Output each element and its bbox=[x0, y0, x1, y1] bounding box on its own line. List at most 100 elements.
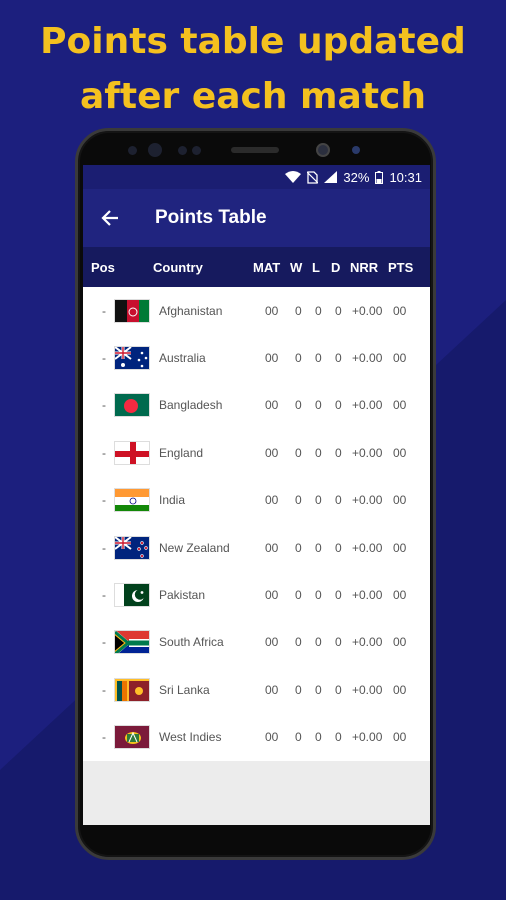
row-pts: 00 bbox=[393, 540, 407, 555]
row-country: New Zealand bbox=[159, 540, 230, 555]
row-pos: - bbox=[102, 635, 106, 650]
clock: 10:31 bbox=[389, 169, 422, 185]
sri-lanka-flag-icon bbox=[114, 677, 150, 702]
empty-footer bbox=[83, 761, 430, 825]
row-w: 0 bbox=[295, 588, 302, 603]
row-mat: 00 bbox=[265, 303, 279, 318]
row-w: 0 bbox=[295, 682, 302, 697]
row-country: England bbox=[159, 445, 204, 460]
row-pts: 00 bbox=[393, 398, 407, 413]
row-mat: 00 bbox=[265, 445, 279, 460]
row-pos: - bbox=[102, 682, 106, 697]
phone-speaker bbox=[231, 147, 279, 153]
new-zealand-flag-icon bbox=[114, 535, 150, 560]
england-flag-icon bbox=[114, 440, 150, 465]
page-title: Points Table bbox=[155, 207, 267, 228]
row-l: 0 bbox=[315, 588, 322, 603]
row-mat: 00 bbox=[265, 540, 279, 555]
row-w: 0 bbox=[295, 493, 302, 508]
row-pts: 00 bbox=[393, 303, 407, 318]
row-d: 0 bbox=[335, 351, 342, 366]
row-nrr: +0.00 bbox=[352, 493, 383, 508]
row-l: 0 bbox=[315, 540, 322, 555]
row-pts: 00 bbox=[393, 493, 407, 508]
sensor-icon bbox=[192, 146, 201, 155]
row-w: 0 bbox=[295, 730, 302, 745]
row-pos: - bbox=[102, 303, 106, 318]
india-flag-icon bbox=[114, 488, 150, 513]
row-pts: 00 bbox=[393, 682, 407, 697]
headline-line-1: Points table updated bbox=[40, 21, 466, 62]
sensor-icon bbox=[128, 146, 137, 155]
table-row[interactable]: - South Africa 00 0 0 0 +0.00 00 bbox=[83, 619, 430, 666]
table-row[interactable]: - Afghanistan 00 0 0 0 +0.00 00 bbox=[83, 287, 430, 334]
status-bar: 32% 10:31 bbox=[83, 165, 430, 189]
app-bar: Points Table bbox=[83, 189, 430, 247]
west-indies-flag-icon bbox=[114, 725, 150, 750]
table-row[interactable]: - New Zealand 00 0 0 0 +0.00 00 bbox=[83, 524, 430, 571]
rear-camera-icon bbox=[316, 143, 330, 157]
row-pts: 00 bbox=[393, 445, 407, 460]
row-pos: - bbox=[102, 351, 106, 366]
row-d: 0 bbox=[335, 682, 342, 697]
back-button[interactable] bbox=[83, 189, 137, 247]
row-d: 0 bbox=[335, 445, 342, 460]
afghanistan-flag-icon bbox=[114, 298, 150, 323]
row-pos: - bbox=[102, 540, 106, 555]
signal-icon bbox=[324, 171, 338, 183]
row-w: 0 bbox=[295, 398, 302, 413]
col-pts: PTS bbox=[388, 259, 414, 275]
table-row[interactable]: - West Indies 00 0 0 0 +0.00 00 bbox=[83, 714, 430, 761]
row-pts: 00 bbox=[393, 351, 407, 366]
col-d: D bbox=[331, 259, 341, 275]
row-l: 0 bbox=[315, 730, 322, 745]
front-camera-icon bbox=[148, 143, 162, 157]
indicator-light-icon bbox=[352, 146, 360, 154]
table-row[interactable]: - Australia 00 0 0 0 +0.00 00 bbox=[83, 334, 430, 381]
row-l: 0 bbox=[315, 398, 322, 413]
row-nrr: +0.00 bbox=[352, 635, 383, 650]
row-nrr: +0.00 bbox=[352, 730, 383, 745]
row-country: South Africa bbox=[159, 635, 224, 650]
row-pts: 00 bbox=[393, 588, 407, 603]
col-w: W bbox=[290, 259, 303, 275]
col-country: Country bbox=[153, 259, 203, 275]
row-l: 0 bbox=[315, 445, 322, 460]
table-row[interactable]: - Pakistan 00 0 0 0 +0.00 00 bbox=[83, 571, 430, 618]
row-pos: - bbox=[102, 730, 106, 745]
row-mat: 00 bbox=[265, 493, 279, 508]
row-d: 0 bbox=[335, 635, 342, 650]
row-country: West Indies bbox=[159, 730, 222, 745]
row-pos: - bbox=[102, 588, 106, 603]
battery-icon bbox=[375, 170, 384, 184]
points-table: - Afghanistan 00 0 0 0 +0.00 00- Australia 00 0 0 0 +… bbox=[83, 287, 430, 761]
bangladesh-flag-icon bbox=[114, 393, 150, 418]
table-row[interactable]: - Sri Lanka 00 0 0 0 +0.00 00 bbox=[83, 666, 430, 713]
row-w: 0 bbox=[295, 540, 302, 555]
pakistan-flag-icon bbox=[114, 583, 150, 608]
col-pos: Pos bbox=[91, 259, 115, 275]
row-d: 0 bbox=[335, 303, 342, 318]
row-mat: 00 bbox=[265, 635, 279, 650]
row-country: Australia bbox=[159, 351, 206, 366]
row-pos: - bbox=[102, 493, 106, 508]
col-mat: MAT bbox=[253, 259, 281, 275]
row-d: 0 bbox=[335, 398, 342, 413]
row-l: 0 bbox=[315, 635, 322, 650]
row-w: 0 bbox=[295, 635, 302, 650]
row-nrr: +0.00 bbox=[352, 398, 383, 413]
arrow-back-icon bbox=[101, 210, 118, 226]
row-nrr: +0.00 bbox=[352, 351, 383, 366]
row-d: 0 bbox=[335, 540, 342, 555]
row-nrr: +0.00 bbox=[352, 588, 383, 603]
col-l: L bbox=[312, 259, 320, 275]
row-nrr: +0.00 bbox=[352, 445, 383, 460]
phone-screen: 32% 10:31 Points Table Pos Country MAT W… bbox=[83, 165, 430, 825]
row-mat: 00 bbox=[265, 730, 279, 745]
table-row[interactable]: - India 00 0 0 0 +0.00 00 bbox=[83, 477, 430, 524]
table-row[interactable]: - England 00 0 0 0 +0.00 00 bbox=[83, 429, 430, 476]
table-row[interactable]: - Bangladesh 00 0 0 0 +0.00 00 bbox=[83, 382, 430, 429]
row-d: 0 bbox=[335, 588, 342, 603]
row-country: Sri Lanka bbox=[159, 682, 210, 697]
row-w: 0 bbox=[295, 351, 302, 366]
